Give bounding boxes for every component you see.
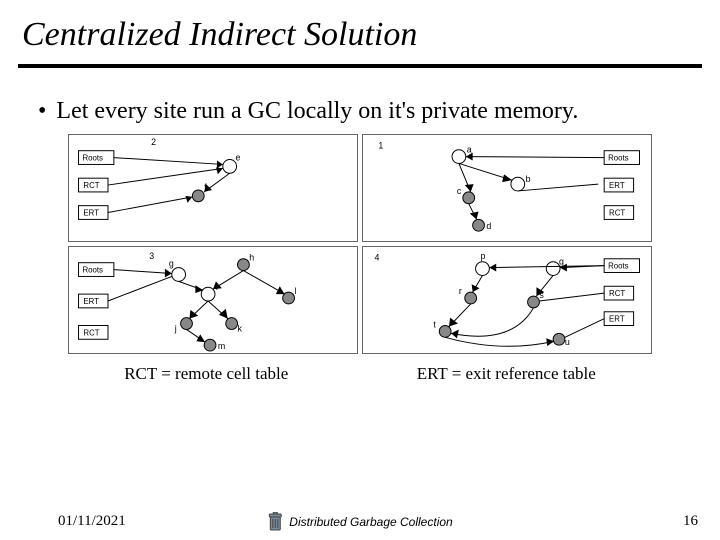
diagram-grid: Roots RCT ERT 2 e f Roots ERT (68, 134, 652, 354)
panel-number: 2 (151, 137, 156, 147)
node-h: h (249, 253, 254, 263)
panel-number: 4 (375, 253, 380, 263)
bullet-text: Let every site run a GC locally on it's … (56, 96, 578, 126)
rct-label: RCT (609, 289, 625, 298)
ert-label: ERT (609, 315, 625, 324)
node-g: g (169, 259, 174, 269)
node-m: m (218, 341, 225, 351)
roots-label: Roots (608, 154, 629, 163)
roots-label: Roots (82, 154, 103, 163)
ert-label: ERT (83, 297, 99, 306)
rct-label: RCT (609, 208, 625, 217)
diagram-panel-2: Roots RCT ERT 2 e f (68, 134, 358, 242)
node-p: p (481, 251, 486, 261)
page-number: 16 (683, 513, 698, 530)
caption-ert: ERT = exit reference table (417, 364, 596, 384)
diagram-panel-3: Roots ERT RCT 3 g h i j k l m (68, 246, 358, 354)
node-r: r (459, 286, 462, 296)
node-a: a (467, 145, 472, 155)
roots-label: Roots (608, 262, 629, 271)
node-b: b (526, 174, 531, 184)
slide-title: Centralized Indirect Solution (0, 0, 720, 60)
node-t: t (433, 319, 436, 329)
caption-row: RCT = remote cell table ERT = exit refer… (0, 364, 720, 384)
node-e: e (236, 153, 241, 163)
caption-rct: RCT = remote cell table (124, 364, 288, 384)
footer-topic: Distributed Garbage Collection (289, 515, 452, 529)
rct-label: RCT (83, 181, 99, 190)
node-l: l (294, 286, 296, 296)
node-k: k (238, 323, 243, 333)
diagram-panel-1: Roots ERT RCT 1 a b c d (362, 134, 652, 242)
rct-label: RCT (83, 328, 99, 337)
footer-date: 01/11/2021 (0, 513, 126, 530)
node-d: d (486, 221, 491, 231)
node-u: u (565, 337, 570, 347)
footer: 01/11/2021 Distributed Garbage Collectio… (0, 513, 720, 530)
diagram-panel-4: Roots RCT ERT 4 p q r s t u (362, 246, 652, 354)
roots-label: Roots (82, 266, 103, 275)
ert-label: ERT (83, 208, 99, 217)
panel-number: 3 (149, 251, 154, 261)
bullet-item: • Let every site run a GC locally on it'… (0, 68, 720, 126)
panel-number: 1 (378, 141, 383, 151)
ert-label: ERT (609, 181, 625, 190)
trash-icon (267, 512, 283, 532)
node-q: q (559, 257, 564, 267)
node-c: c (457, 186, 462, 196)
bullet-marker: • (38, 96, 56, 126)
node-j: j (174, 323, 177, 333)
